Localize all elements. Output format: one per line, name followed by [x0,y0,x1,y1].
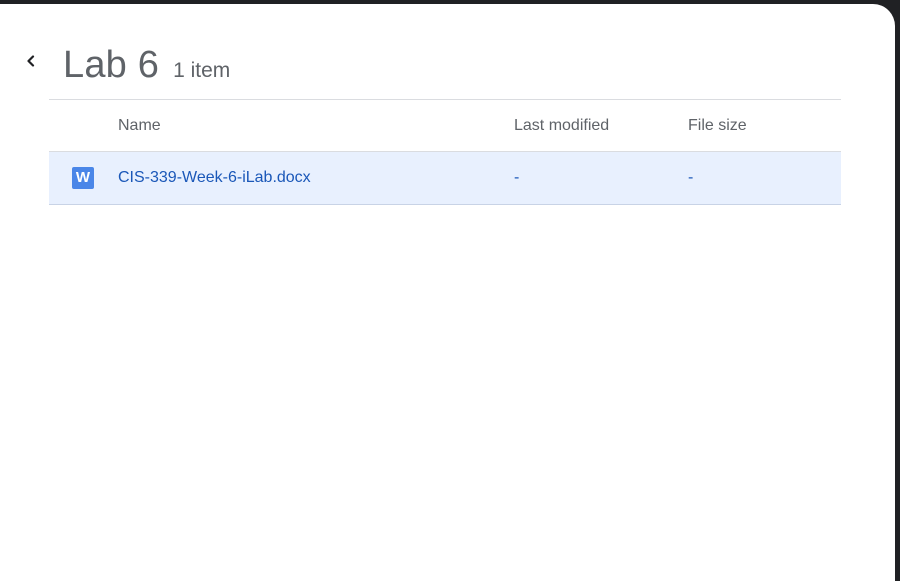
column-header-last-modified[interactable]: Last modified [514,117,609,135]
chevron-left-icon [27,55,35,67]
file-name[interactable]: CIS-339-Week-6-iLab.docx [118,169,311,187]
folder-title: Lab 6 [63,44,160,86]
file-table: Name Last modified File size W CIS-339-W… [49,99,841,205]
word-doc-icon: W [72,167,94,189]
item-count: 1 item [173,59,231,82]
file-picker-dialog: Lab 6 1 item Name Last modified File siz… [0,4,895,581]
back-button[interactable] [18,48,44,74]
folder-header: Lab 6 1 item [63,44,230,87]
column-header-name[interactable]: Name [118,117,161,135]
table-row[interactable]: W CIS-339-Week-6-iLab.docx - - [49,152,841,205]
table-header: Name Last modified File size [49,100,841,152]
column-header-file-size[interactable]: File size [688,117,747,135]
file-last-modified: - [514,169,520,186]
file-size: - [688,169,694,186]
